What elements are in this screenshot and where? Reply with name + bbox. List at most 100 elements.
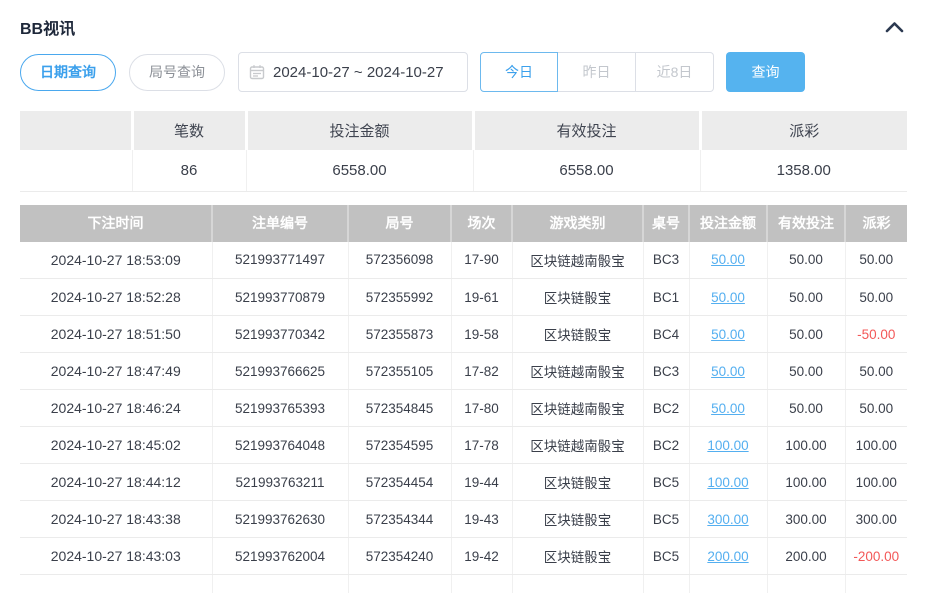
- cell-session: 19-42: [451, 538, 512, 575]
- quick-range-today-button[interactable]: 今日: [480, 52, 558, 92]
- cell-valid-bet: 300.00: [767, 501, 845, 538]
- table-row: 2024-10-27 18:44:12521993763211572354454…: [20, 464, 907, 501]
- cell-round-id: 572354344: [348, 501, 451, 538]
- cell-payout: 300.00: [845, 501, 907, 538]
- summary-total-value: 86: [132, 150, 246, 191]
- cell-bet-amount: 100.00: [689, 427, 767, 464]
- cell-bet-time: 2024-10-27 18:53:09: [20, 242, 212, 279]
- summary-total-value: 6558.00: [246, 150, 473, 191]
- bet-amount-link[interactable]: 50.00: [711, 327, 745, 342]
- empty-cell: [767, 575, 845, 593]
- cell-payout: -200.00: [845, 538, 907, 575]
- cell-bet-time: 2024-10-27 18:44:12: [20, 464, 212, 501]
- table-row: 2024-10-27 18:51:50521993770342572355873…: [20, 316, 907, 353]
- chevron-up-icon: [885, 21, 904, 33]
- table-row: 2024-10-27 18:45:02521993764048572354595…: [20, 427, 907, 464]
- cell-table-no: BC1: [643, 279, 689, 316]
- cell-bet-time: 2024-10-27 18:46:24: [20, 390, 212, 427]
- summary-total-label: [20, 150, 132, 191]
- summary-header-cell: 投注金额: [246, 111, 473, 150]
- cell-round-id: 572354595: [348, 427, 451, 464]
- detail-header-cell: 桌号: [643, 205, 689, 242]
- cell-bet-id: 521993762630: [212, 501, 348, 538]
- cell-session: 17-82: [451, 353, 512, 390]
- empty-cell: [20, 575, 212, 593]
- cell-bet-id: 521993770342: [212, 316, 348, 353]
- cell-session: 17-78: [451, 427, 512, 464]
- cell-bet-time: 2024-10-27 18:52:28: [20, 279, 212, 316]
- table-row: 2024-10-27 18:46:24521993765393572354845…: [20, 390, 907, 427]
- cell-bet-id: 521993764048: [212, 427, 348, 464]
- cell-table-no: BC3: [643, 242, 689, 279]
- cell-bet-time: 2024-10-27 18:51:50: [20, 316, 212, 353]
- bet-amount-link[interactable]: 300.00: [707, 512, 748, 527]
- cell-bet-amount: 100.00: [689, 464, 767, 501]
- cell-bet-id: 521993763211: [212, 464, 348, 501]
- bb-video-panel: BB视讯 日期查询 局号查询 2024-10-27 ~ 2024-10-27: [0, 0, 927, 593]
- date-range-picker[interactable]: 2024-10-27 ~ 2024-10-27: [238, 52, 468, 92]
- cell-table-no: BC5: [643, 464, 689, 501]
- cell-valid-bet: 100.00: [767, 427, 845, 464]
- bet-amount-link[interactable]: 50.00: [711, 290, 745, 305]
- summary-header-cell: 笔数: [132, 111, 246, 150]
- quick-range-yesterday-button[interactable]: 昨日: [558, 52, 636, 92]
- cell-table-no: BC3: [643, 353, 689, 390]
- empty-cell: [643, 575, 689, 593]
- bet-amount-link[interactable]: 100.00: [707, 475, 748, 490]
- cell-round-id: 572355105: [348, 353, 451, 390]
- cell-bet-amount: 50.00: [689, 279, 767, 316]
- quick-range-group: 今日 昨日 近8日: [480, 52, 714, 92]
- query-mode-date-button[interactable]: 日期查询: [20, 54, 116, 91]
- cell-session: 19-58: [451, 316, 512, 353]
- cell-valid-bet: 50.00: [767, 390, 845, 427]
- bet-amount-link[interactable]: 50.00: [711, 401, 745, 416]
- table-row: 2024-10-27 18:43:03521993762004572354240…: [20, 538, 907, 575]
- toolbar: 日期查询 局号查询 2024-10-27 ~ 2024-10-27 今日 昨日 …: [20, 52, 907, 92]
- collapse-button[interactable]: [881, 16, 907, 38]
- detail-table: 下注时间注单编号局号场次游戏类别桌号投注金额有效投注派彩 2024-10-27 …: [20, 205, 907, 593]
- cell-bet-amount: 50.00: [689, 390, 767, 427]
- calendar-icon: [249, 64, 265, 80]
- search-button[interactable]: 查询: [726, 52, 805, 92]
- cell-valid-bet: 200.00: [767, 538, 845, 575]
- cell-payout: 100.00: [845, 427, 907, 464]
- cell-bet-id: 521993762004: [212, 538, 348, 575]
- summary-header-cell: 派彩: [700, 111, 907, 150]
- cell-session: 17-80: [451, 390, 512, 427]
- cell-valid-bet: 50.00: [767, 279, 845, 316]
- table-row: 2024-10-27 18:47:49521993766625572355105…: [20, 353, 907, 390]
- panel-header: BB视讯: [20, 13, 907, 41]
- empty-cell: [348, 575, 451, 593]
- cell-valid-bet: 50.00: [767, 353, 845, 390]
- cell-round-id: 572355992: [348, 279, 451, 316]
- bet-amount-link[interactable]: 200.00: [707, 549, 748, 564]
- detail-header-cell: 下注时间: [20, 205, 212, 242]
- bet-amount-link[interactable]: 100.00: [707, 438, 748, 453]
- cell-game-type: 区块链骰宝: [512, 538, 643, 575]
- cell-bet-amount: 50.00: [689, 316, 767, 353]
- summary-total-row: 866558.006558.001358.00: [20, 150, 907, 191]
- cell-table-no: BC5: [643, 501, 689, 538]
- cell-session: 19-44: [451, 464, 512, 501]
- cell-round-id: 572355873: [348, 316, 451, 353]
- cell-bet-time: 2024-10-27 18:43:38: [20, 501, 212, 538]
- cell-payout: 50.00: [845, 390, 907, 427]
- cell-valid-bet: 50.00: [767, 242, 845, 279]
- bet-amount-link[interactable]: 50.00: [711, 252, 745, 267]
- date-range-value: 2024-10-27 ~ 2024-10-27: [273, 64, 444, 81]
- cell-payout: 50.00: [845, 279, 907, 316]
- query-mode-round-button[interactable]: 局号查询: [129, 54, 225, 91]
- detail-header-cell: 游戏类别: [512, 205, 643, 242]
- cell-game-type: 区块链越南骰宝: [512, 390, 643, 427]
- bet-amount-link[interactable]: 50.00: [711, 364, 745, 379]
- cell-payout: 50.00: [845, 242, 907, 279]
- quick-range-last8days-button[interactable]: 近8日: [636, 52, 714, 92]
- table-row: 2024-10-27 18:52:28521993770879572355992…: [20, 279, 907, 316]
- detail-header-cell: 有效投注: [767, 205, 845, 242]
- table-row-partial: [20, 575, 907, 593]
- empty-cell: [512, 575, 643, 593]
- cell-bet-id: 521993771497: [212, 242, 348, 279]
- detail-header-cell: 场次: [451, 205, 512, 242]
- cell-game-type: 区块链越南骰宝: [512, 353, 643, 390]
- cell-round-id: 572356098: [348, 242, 451, 279]
